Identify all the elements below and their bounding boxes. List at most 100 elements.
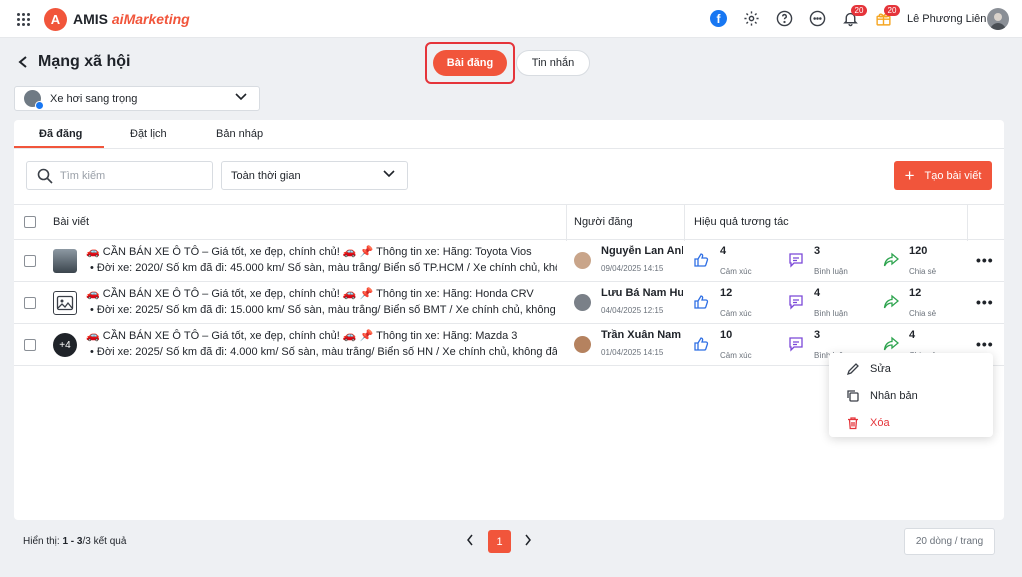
back-arrow-icon[interactable] [18,55,28,71]
post-title[interactable]: 🚗 CẦN BÁN XE Ô TÔ – Giá tốt, xe đẹp, chí… [86,287,556,300]
page-number-current[interactable]: 1 [488,530,511,553]
gift-icon[interactable]: 20 [875,5,900,27]
page-header: Mạng xã hội Bài đăng Tin nhắn [0,38,1022,86]
share-icon [883,336,899,351]
post-date: 04/04/2025 12:15 [601,306,664,315]
reactions-label: Cảm xúc [720,267,752,276]
menu-item-delete[interactable]: Xóa [829,409,993,436]
post-thumbnail [53,249,77,273]
menu-item-duplicate[interactable]: Nhân bản [829,382,993,409]
row-context-menu: Sửa Nhân bản Xóa [829,353,993,437]
like-icon [694,337,709,351]
menu-item-edit[interactable]: Sửa [829,355,993,382]
share-icon [883,294,899,309]
tab-drafts[interactable]: Bản nháp [216,128,263,140]
time-range-value: Toàn thời gian [231,169,301,182]
tab-bar: Đã đăng Đặt lịch Bản nháp [14,120,1004,149]
poster-avatar [574,294,591,311]
trash-icon [848,416,858,429]
table-row[interactable]: 🚗 CẦN BÁN XE Ô TÔ – Giá tốt, xe đẹp, chí… [14,282,1004,324]
top-bar: A AMIS aiMarketing f 20 20 Lê Phương Liê… [0,0,1022,38]
segment-posts-button[interactable]: Bài đăng [433,50,507,76]
post-title[interactable]: 🚗 CẦN BÁN XE Ô TÔ – Giá tốt, xe đẹp, chí… [86,329,556,342]
like-icon [694,295,709,309]
shares-label: Chia sẻ [909,267,937,276]
post-date: 09/04/2025 14:15 [601,264,664,273]
more-options-icon[interactable]: ••• [976,336,994,352]
create-post-label: Tạo bài viết [924,169,982,182]
search-icon [37,168,53,184]
page-avatar [24,90,44,110]
result-count-range: 1 - 3 [62,536,83,547]
post-detail: • Đời xe: 2020/ Số km đã đi: 45.000 km/ … [90,262,557,274]
comment-icon [789,337,803,352]
create-post-button[interactable]: + Tạo bài viết [894,161,992,190]
chat-icon[interactable] [809,10,826,27]
copy-icon [847,389,859,402]
shares-count: 12 [909,287,922,299]
menu-label-delete: Xóa [870,416,890,429]
reactions-count: 4 [720,245,727,257]
more-options-icon[interactable]: ••• [976,294,994,310]
row-checkbox[interactable] [24,255,36,267]
more-images-badge: +4 [53,333,77,357]
facebook-icon[interactable]: f [710,10,727,27]
post-date: 01/04/2025 14:15 [601,348,664,357]
menu-label-duplicate: Nhân bản [870,389,918,402]
post-detail: • Đời xe: 2025/ Số km đã đi: 15.000 km/ … [90,304,557,316]
user-avatar[interactable] [987,8,1009,30]
poster-name: Trần Xuân Nam [601,329,682,341]
comments-count: 4 [814,287,821,299]
comments-label: Bình luận [814,309,848,318]
table-row[interactable]: 🚗 CẦN BÁN XE Ô TÔ – Giá tốt, xe đẹp, chí… [14,240,1004,282]
app-logo[interactable]: A [44,8,67,31]
search-input[interactable] [60,169,200,182]
brand-accent: aiMarketing [111,11,190,27]
reactions-count: 10 [720,329,733,341]
column-divider [967,205,968,241]
shares-count: 4 [909,329,916,341]
gift-badge: 20 [884,5,900,16]
comments-count: 3 [814,329,821,341]
result-count-prefix: Hiển thị: [23,536,63,547]
tab-published[interactable]: Đã đăng [39,128,82,140]
shares-label: Chia sẻ [909,309,937,318]
bell-icon[interactable]: 20 [842,5,867,27]
segment-messages-button[interactable]: Tin nhắn [516,50,590,76]
comment-icon [789,253,803,268]
poster-name: Lưu Bá Nam Hưng [601,287,683,299]
help-icon[interactable] [776,10,793,27]
tab-scheduled[interactable]: Đặt lịch [130,128,167,140]
shares-count: 120 [909,245,928,257]
comments-label: Bình luận [814,267,848,276]
select-all-checkbox[interactable] [24,216,36,228]
chevron-left-icon[interactable] [466,534,474,549]
result-count-suffix: /3 kết quả [82,536,127,547]
search-field[interactable] [26,161,213,190]
reactions-label: Cảm xúc [720,309,752,318]
header-post: Bài viết [53,216,90,228]
more-options-icon[interactable]: ••• [976,252,994,268]
row-checkbox[interactable] [24,297,36,309]
row-checkbox[interactable] [24,339,36,351]
post-detail: • Đời xe: 2025/ Số km đã đi: 4.000 km/ S… [90,346,557,358]
post-title[interactable]: 🚗 CẦN BÁN XE Ô TÔ – Giá tốt, xe đẹp, chí… [86,245,556,258]
share-icon [883,252,899,267]
posts-card: Đã đăng Đặt lịch Bản nháp Toàn thời gian… [14,120,1004,520]
poster-avatar [574,252,591,269]
rows-per-page-select[interactable]: 20 dòng / trang [904,528,995,555]
chevron-down-icon [383,169,395,181]
time-range-select[interactable]: Toàn thời gian [221,161,408,190]
app-brand: AMIS aiMarketing [73,11,190,27]
gear-icon[interactable] [743,10,760,27]
reactions-count: 12 [720,287,733,299]
column-divider [566,205,567,241]
chevron-right-icon[interactable] [524,534,532,549]
table-header: Bài viết Người đăng Hiệu quả tương tác [14,204,1004,241]
comment-icon [789,295,803,310]
bell-badge: 20 [851,5,867,16]
facebook-page-select[interactable]: Xe hơi sang trọng [14,86,260,111]
apps-grid-icon[interactable] [17,13,30,26]
user-name[interactable]: Lê Phương Liên [907,13,986,25]
column-divider [684,205,685,241]
